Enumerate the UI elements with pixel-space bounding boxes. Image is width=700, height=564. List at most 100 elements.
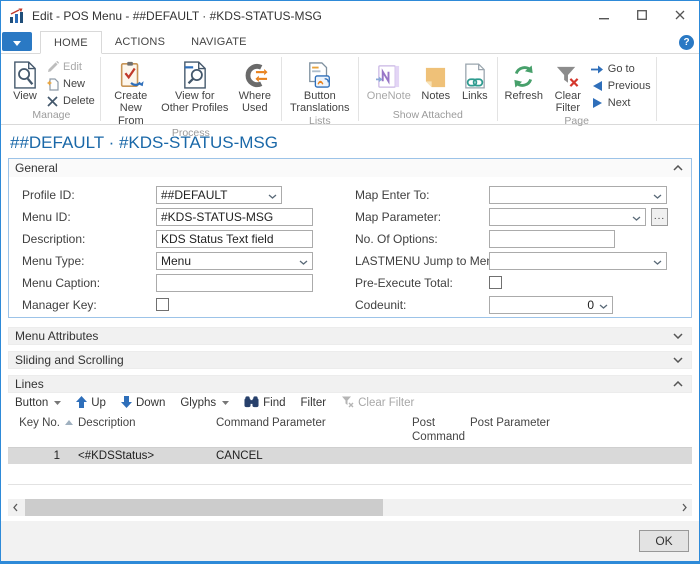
move-up-button[interactable]: Up <box>76 396 106 411</box>
column-header-post-command[interactable]: Post Command <box>412 417 466 445</box>
map-enter-to-select[interactable] <box>489 186 667 204</box>
edit-button[interactable]: Edit <box>46 59 95 75</box>
scrollbar-thumb[interactable] <box>25 499 383 516</box>
tab-actions[interactable]: ACTIONS <box>102 31 178 53</box>
ok-button[interactable]: OK <box>639 530 689 552</box>
button-menu[interactable]: Button <box>15 397 61 409</box>
goto-button[interactable]: Go to <box>591 61 651 77</box>
refresh-button[interactable]: Refresh <box>503 58 545 102</box>
ribbon-group-page: Refresh Clear Filter <box>498 54 656 124</box>
button-translations-button[interactable]: Button Translations <box>287 58 353 115</box>
move-down-button[interactable]: Down <box>121 396 165 411</box>
create-new-from-button[interactable]: Create New From <box>106 58 156 127</box>
group-label-show-attached: Show Attached <box>359 109 497 124</box>
scrollbar-track[interactable] <box>23 499 677 516</box>
column-header-key-no[interactable]: Key No. <box>8 417 62 429</box>
chevron-down-icon <box>599 298 608 312</box>
codeunit-select[interactable]: 0 <box>489 296 613 314</box>
ribbon-group-show-attached: OneNote Notes <box>359 54 497 124</box>
glyphs-menu[interactable]: Glyphs <box>180 397 229 409</box>
column-header-description[interactable]: Description <box>76 417 216 429</box>
move-down-label: Down <box>136 397 165 409</box>
create-new-from-label: Create New From <box>106 90 156 127</box>
notes-label: Notes <box>421 90 450 102</box>
filter-label: Filter <box>301 397 327 409</box>
menu-type-select[interactable]: Menu <box>156 252 313 270</box>
delete-button[interactable]: Delete <box>46 93 95 109</box>
menu-id-label: Menu ID: <box>9 210 156 224</box>
button-translations-icon <box>307 58 333 89</box>
table-row[interactable]: 1 <#KDSStatus> CANCEL <box>8 448 692 464</box>
scroll-right-button[interactable] <box>677 499 692 516</box>
minimize-button[interactable] <box>585 1 623 31</box>
codeunit-label: Codeunit: <box>339 298 489 312</box>
glyphs-menu-label: Glyphs <box>180 397 216 409</box>
sort-ascending-icon <box>62 417 76 425</box>
goto-label: Go to <box>608 63 635 75</box>
map-parameter-assist-button[interactable]: ... <box>651 208 668 226</box>
lines-label: Lines <box>15 377 44 391</box>
view-button[interactable]: View <box>8 58 42 102</box>
where-used-icon <box>241 58 268 89</box>
onenote-icon <box>376 58 401 89</box>
where-used-button[interactable]: Where Used <box>234 58 276 115</box>
tab-actions-label: ACTIONS <box>115 36 165 48</box>
clear-filter-small-icon <box>341 395 354 411</box>
up-arrow-icon <box>76 396 87 411</box>
column-header-post-parameter[interactable]: Post Parameter <box>466 417 562 429</box>
previous-label: Previous <box>608 80 651 92</box>
manager-key-label: Manager Key: <box>9 298 156 312</box>
new-label: New <box>63 78 85 90</box>
sliding-scrolling-section-header[interactable]: Sliding and Scrolling <box>8 351 692 369</box>
next-button[interactable]: Next <box>591 95 651 111</box>
description-input[interactable]: KDS Status Text field <box>156 230 313 248</box>
delete-icon <box>46 96 59 107</box>
menu-id-input[interactable]: #KDS-STATUS-MSG <box>156 208 313 226</box>
chevron-down-icon <box>54 401 61 405</box>
menu-type-value: Menu <box>161 254 191 268</box>
tab-home[interactable]: HOME <box>40 31 102 54</box>
general-section-header[interactable]: General <box>9 159 691 177</box>
clear-filter-toolbar-button[interactable]: Clear Filter <box>341 395 414 411</box>
pre-execute-total-checkbox[interactable] <box>489 276 502 289</box>
profile-id-label: Profile ID: <box>9 188 156 202</box>
new-button[interactable]: New <box>46 76 95 92</box>
onenote-button[interactable]: OneNote <box>364 58 414 102</box>
close-button[interactable] <box>661 1 699 31</box>
filter-button[interactable]: Filter <box>301 397 327 409</box>
binoculars-icon <box>244 396 259 411</box>
chevron-down-icon <box>299 254 308 268</box>
view-for-other-profiles-button[interactable]: View for Other Profiles <box>160 58 230 115</box>
group-label-lists: Lists <box>282 115 358 130</box>
lastmenu-jump-select[interactable] <box>489 252 667 270</box>
previous-button[interactable]: Previous <box>591 78 651 94</box>
maximize-button[interactable] <box>623 1 661 31</box>
ribbon-separator <box>656 57 657 121</box>
manager-key-checkbox[interactable] <box>156 298 169 311</box>
chevron-down-icon <box>673 357 683 363</box>
column-header-command[interactable]: Command <box>216 417 272 429</box>
help-button[interactable]: ? <box>679 35 694 50</box>
menu-id-value: #KDS-STATUS-MSG <box>161 210 273 224</box>
menu-caption-input[interactable] <box>156 274 313 292</box>
clear-filter-label: Clear Filter <box>549 90 587 115</box>
goto-arrow-icon <box>591 65 604 74</box>
scroll-left-button[interactable] <box>8 499 23 516</box>
app-menu-button[interactable] <box>2 32 32 51</box>
column-header-parameter[interactable]: Parameter <box>272 417 412 429</box>
menu-attributes-label: Menu Attributes <box>15 329 98 343</box>
next-icon <box>591 98 604 108</box>
clear-filter-button[interactable]: Clear Filter <box>549 58 587 115</box>
menu-attributes-section-header[interactable]: Menu Attributes <box>8 327 692 345</box>
app-icon <box>9 8 25 24</box>
lines-toolbar: Button Up Down Glyphs <box>8 393 692 413</box>
profile-id-select[interactable]: ##DEFAULT <box>156 186 282 204</box>
notes-button[interactable]: Notes <box>418 58 454 102</box>
map-parameter-select[interactable] <box>489 208 646 226</box>
view-icon <box>13 58 37 89</box>
links-button[interactable]: Links <box>458 58 492 102</box>
no-of-options-input[interactable] <box>489 230 615 248</box>
tab-navigate[interactable]: NAVIGATE <box>178 31 260 53</box>
find-button[interactable]: Find <box>244 396 285 411</box>
lines-section-header[interactable]: Lines <box>8 375 692 393</box>
